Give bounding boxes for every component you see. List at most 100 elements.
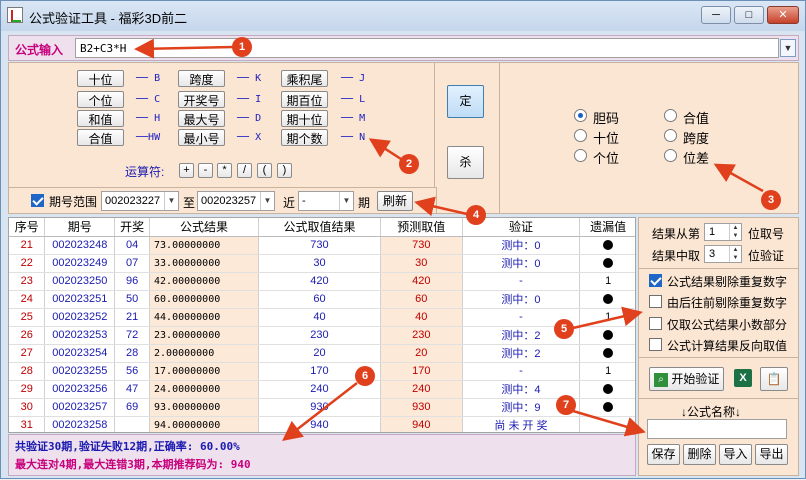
near-periods-select[interactable]: - ▼	[298, 191, 354, 211]
cell-pred: 170	[380, 362, 463, 381]
table-row[interactable]: 29 002023256 47 24.00000000 240 240 测中：4	[9, 380, 635, 399]
verification-table[interactable]: 序号 期号 开奖 公式结果 公式取值结果 预测取值 验证 遗漏值 21 00202…	[8, 217, 636, 433]
excel-export-icon[interactable]: X	[734, 369, 752, 387]
save-button[interactable]: 保存	[647, 444, 680, 465]
field-button-chengjiwei[interactable]: 乘积尾	[281, 70, 328, 87]
field-button-kuadu[interactable]: 跨度	[178, 70, 225, 87]
cell-kai: 72	[114, 326, 151, 345]
refresh-button[interactable]: 刷新	[377, 191, 413, 211]
operator-minus-button[interactable]: -	[198, 163, 213, 178]
radio-weicha[interactable]	[664, 149, 677, 162]
field-button-hewei[interactable]: 合值	[77, 129, 124, 146]
operator-divide-button[interactable]: /	[237, 163, 252, 178]
column-header[interactable]: 开奖	[114, 218, 151, 237]
field-button-gewei[interactable]: 个位	[77, 91, 124, 108]
table-row[interactable]: 23 002023250 96 42.00000000 420 420-1	[9, 272, 635, 291]
cell-qz: 230	[258, 326, 381, 345]
field-button-qishiwei[interactable]: 期十位	[281, 110, 328, 127]
maximize-button[interactable]: □	[734, 6, 764, 24]
cell-no: 31	[9, 416, 46, 432]
cell-ver: -	[462, 362, 581, 381]
operator-lparen-button[interactable]: (	[257, 163, 272, 178]
miss-dot-icon	[603, 330, 614, 341]
column-header[interactable]: 公式结果	[149, 218, 259, 237]
column-header[interactable]: 预测取值	[380, 218, 463, 237]
export-button[interactable]: 导出	[755, 444, 788, 465]
table-row[interactable]: 31 002023258 94.00000000 940 940 尚 未 开 奖	[9, 416, 635, 432]
formula-name-input[interactable]	[647, 419, 787, 439]
field-button-zuixiaohao[interactable]: 最小号	[178, 129, 225, 146]
title-bar: 公式验证工具 - 福彩3D前二 ─ □ ✕	[1, 1, 805, 31]
field-letter: ── C	[136, 94, 161, 105]
cell-res: 17.00000000	[149, 362, 259, 381]
cell-kai: 69	[114, 398, 151, 417]
table-row[interactable]: 25 002023252 21 44.00000000 40 40-1	[9, 308, 635, 327]
radio-kuadu[interactable]	[664, 129, 677, 142]
radio-hezhi[interactable]	[664, 109, 677, 122]
ding-button[interactable]: 定	[447, 85, 484, 118]
field-button-kaijianghao[interactable]: 开奖号	[178, 91, 225, 108]
sha-button[interactable]: 杀	[447, 146, 484, 179]
cell-id: 002023251	[44, 290, 116, 309]
cell-miss	[579, 290, 635, 309]
cell-id: 002023250	[44, 272, 116, 291]
column-header[interactable]: 公式取值结果	[258, 218, 381, 237]
period-to-select[interactable]: 002023257 ▼	[197, 191, 275, 211]
column-header[interactable]: 期号	[44, 218, 116, 237]
table-row[interactable]: 28 002023255 56 17.00000000 170 170-1	[9, 362, 635, 381]
column-header[interactable]: 序号	[9, 218, 46, 237]
option-checkbox-reverse-dedupe[interactable]	[649, 295, 662, 308]
close-button[interactable]: ✕	[767, 6, 799, 24]
operator-plus-button[interactable]: +	[179, 163, 194, 178]
operator-rparen-button[interactable]: )	[277, 163, 292, 178]
cell-kai: 28	[114, 344, 151, 363]
field-letter: ── M	[341, 113, 366, 124]
period-from-select[interactable]: 002023227 ▼	[101, 191, 179, 211]
formula-dropdown-button[interactable]: ▼	[780, 39, 796, 57]
formula-label: 公式输入	[15, 43, 64, 57]
operator-multiply-button[interactable]: *	[217, 163, 232, 178]
from-position-spinner[interactable]: 1 ▲ ▼	[704, 223, 742, 241]
table-row[interactable]: 26 002023253 72 23.00000000 230 230 测中：2	[9, 326, 635, 345]
mid-position-spinner[interactable]: 3 ▲ ▼	[704, 245, 742, 263]
radio-gewei[interactable]	[574, 149, 587, 162]
field-button-hezhi[interactable]: 和值	[77, 110, 124, 127]
start-verify-button[interactable]: ⌕ 开始验证	[649, 367, 724, 391]
option-checkbox-dedupe[interactable]	[649, 274, 662, 287]
delete-button[interactable]: 删除	[683, 444, 716, 465]
cell-no: 28	[9, 362, 46, 381]
import-button[interactable]: 导入	[719, 444, 752, 465]
column-header[interactable]: 遗漏值	[579, 218, 635, 237]
cell-qz: 30	[258, 254, 381, 273]
table-row[interactable]: 24 002023251 50 60.00000000 60 60 测中：0	[9, 290, 635, 309]
table-row[interactable]: 21 002023248 04 73.00000000 730 730 测中：0	[9, 236, 635, 255]
formula-input[interactable]: B2+C3*H	[75, 38, 779, 58]
table-row[interactable]: 22 002023249 07 33.00000000 30 30 测中：0	[9, 254, 635, 273]
cell-pred: 730	[380, 236, 463, 255]
minimize-button[interactable]: ─	[701, 6, 731, 24]
window-title: 公式验证工具 - 福彩3D前二	[29, 11, 188, 26]
table-row[interactable]: 30 002023257 69 93.00000000 930 930 测中：9	[9, 398, 635, 417]
option-checkbox-reverse-value[interactable]	[649, 338, 662, 351]
radio-danma[interactable]	[574, 109, 587, 122]
period-range-checkbox[interactable]	[31, 194, 44, 207]
field-letter: ── I	[237, 94, 262, 105]
radio-label: 胆码	[593, 111, 620, 126]
field-letter: ── N	[341, 132, 366, 143]
field-button-zuidahao[interactable]: 最大号	[178, 110, 225, 127]
cell-miss: 1	[579, 362, 635, 381]
clipboard-button[interactable]: 📋	[760, 367, 788, 391]
table-row[interactable]: 27 002023254 28 2.00000000 20 20 测中：2	[9, 344, 635, 363]
field-button-shiwei[interactable]: 十位	[77, 70, 124, 87]
option-checkbox-decimal-only[interactable]	[649, 317, 662, 330]
cell-res: 2.00000000	[149, 344, 259, 363]
divider	[499, 63, 500, 213]
cell-kai: 47	[114, 380, 151, 399]
annotation-marker: 1	[232, 37, 252, 57]
radio-shiwei[interactable]	[574, 129, 587, 142]
status-recommendation-line: 最大连对4期,最大连错3期,本期推荐码为: 940	[15, 458, 251, 471]
cell-id: 002023257	[44, 398, 116, 417]
cell-res: 42.00000000	[149, 272, 259, 291]
field-button-qibaiwei[interactable]: 期百位	[281, 91, 328, 108]
field-button-qigeshu[interactable]: 期个数	[281, 129, 328, 146]
